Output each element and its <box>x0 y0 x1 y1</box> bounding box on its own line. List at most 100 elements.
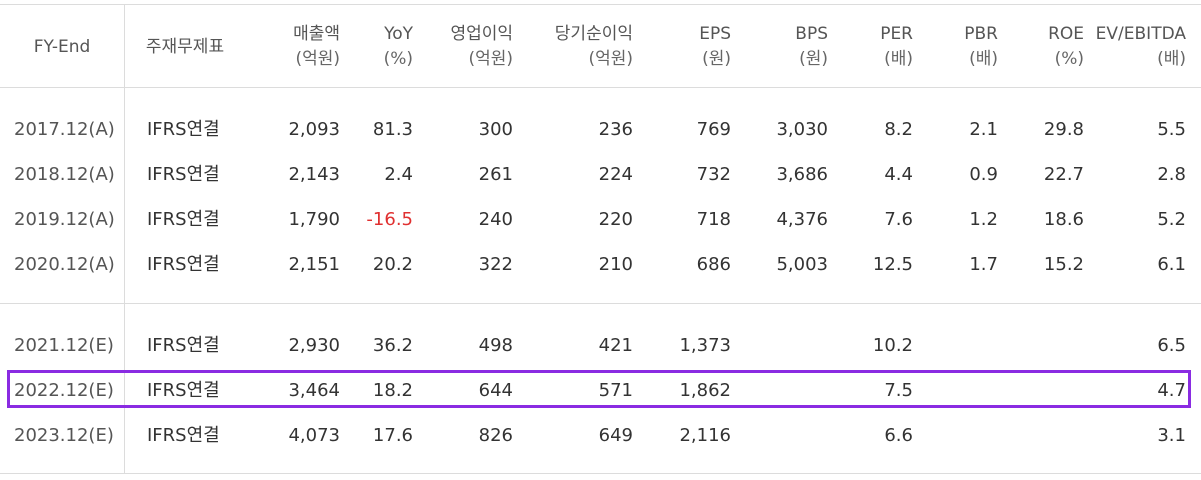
per-cell: 12.5 <box>872 254 913 275</box>
eps-cell: 2,116 <box>679 425 731 446</box>
yoy-cell-negative: -16.5 <box>366 209 413 230</box>
statement-type-cell: IFRS연결 <box>147 380 220 401</box>
fy-end-cell: 2017.12(A) <box>14 119 115 140</box>
header-per-unit: (배) <box>884 49 913 69</box>
header-eps-unit: (원) <box>702 49 731 69</box>
yoy-cell: 2.4 <box>384 164 413 185</box>
operating-profit-cell: 498 <box>478 335 513 356</box>
table-row: 2023.12(E) IFRS연결 4,073 17.6 826 649 2,1… <box>0 416 1201 456</box>
eps-cell: 732 <box>696 164 731 185</box>
statement-type-cell: IFRS연결 <box>147 119 220 140</box>
yoy-cell: 17.6 <box>372 425 413 446</box>
per-cell: 7.5 <box>884 380 913 401</box>
revenue-cell: 2,143 <box>288 164 340 185</box>
header-yoy-label: YoY <box>384 24 413 44</box>
header-revenue: 매출액 (억원) <box>240 4 340 90</box>
pbr-cell: 1.7 <box>969 254 998 275</box>
ev-ebitda-cell: 6.1 <box>1157 254 1186 275</box>
per-cell: 8.2 <box>884 119 913 140</box>
fy-end-cell: 2022.12(E) <box>14 380 114 401</box>
yoy-cell: 81.3 <box>372 119 413 140</box>
operating-profit-cell: 322 <box>478 254 513 275</box>
header-operating-profit-label: 영업이익 <box>450 24 513 44</box>
bottom-border <box>0 473 1201 474</box>
yoy-cell: 20.2 <box>372 254 413 275</box>
operating-profit-cell: 644 <box>478 380 513 401</box>
header-yoy-unit: (%) <box>383 49 413 69</box>
eps-cell: 1,862 <box>679 380 731 401</box>
ev-ebitda-cell: 2.8 <box>1157 164 1186 185</box>
header-statement-type: 주재무제표 <box>125 4 245 90</box>
fy-end-cell: 2018.12(A) <box>14 164 115 185</box>
operating-profit-cell: 261 <box>478 164 513 185</box>
eps-cell: 718 <box>696 209 731 230</box>
ev-ebitda-cell: 5.5 <box>1157 119 1186 140</box>
header-ev-ebitda-unit: (배) <box>1157 49 1186 69</box>
roe-cell: 18.6 <box>1043 209 1084 230</box>
header-bps-label: BPS <box>795 24 828 44</box>
header-bps: BPS (원) <box>731 4 828 90</box>
table-row: 2018.12(A) IFRS연결 2,143 2.4 261 224 732 … <box>0 155 1201 195</box>
net-income-cell: 236 <box>598 119 633 140</box>
roe-cell: 15.2 <box>1043 254 1084 275</box>
revenue-cell: 4,073 <box>288 425 340 446</box>
per-cell: 10.2 <box>872 335 913 356</box>
revenue-cell: 1,790 <box>288 209 340 230</box>
net-income-cell: 224 <box>598 164 633 185</box>
statement-type-cell: IFRS연결 <box>147 164 220 185</box>
revenue-cell: 3,464 <box>288 380 340 401</box>
header-eps-label: EPS <box>699 24 731 44</box>
statement-type-cell: IFRS연결 <box>147 425 220 446</box>
pbr-cell: 1.2 <box>969 209 998 230</box>
header-per-label: PER <box>880 24 913 44</box>
header-net-income-label: 당기순이익 <box>554 24 633 44</box>
eps-cell: 769 <box>696 119 731 140</box>
header-operating-profit-unit: (억원) <box>468 49 513 69</box>
header-net-income: 당기순이익 (억원) <box>513 4 633 90</box>
operating-profit-cell: 300 <box>478 119 513 140</box>
header-revenue-label: 매출액 <box>293 24 340 44</box>
net-income-cell: 421 <box>598 335 633 356</box>
ev-ebitda-cell: 3.1 <box>1157 425 1186 446</box>
table-row: 2020.12(A) IFRS연결 2,151 20.2 322 210 686… <box>0 245 1201 285</box>
net-income-cell: 220 <box>598 209 633 230</box>
eps-cell: 686 <box>696 254 731 275</box>
bps-cell: 3,686 <box>776 164 828 185</box>
statement-type-cell: IFRS연결 <box>147 209 220 230</box>
header-bps-unit: (원) <box>799 49 828 69</box>
bps-cell: 4,376 <box>776 209 828 230</box>
header-ev-ebitda: EV/EBITDA (배) <box>1090 4 1186 90</box>
statement-type-cell: IFRS연결 <box>147 254 220 275</box>
revenue-cell: 2,930 <box>288 335 340 356</box>
ev-ebitda-cell: 6.5 <box>1157 335 1186 356</box>
operating-profit-cell: 826 <box>478 425 513 446</box>
header-fy-end-label: FY-End <box>33 36 91 57</box>
financial-summary-table: FY-End 주재무제표 매출액 (억원) YoY (%) 영업이익 (억원) … <box>0 0 1201 480</box>
header-statement-type-label: 주재무제표 <box>145 36 225 57</box>
net-income-cell: 571 <box>598 380 633 401</box>
revenue-cell: 2,151 <box>288 254 340 275</box>
header-yoy: YoY (%) <box>340 4 413 90</box>
table-row-highlighted: 2022.12(E) IFRS연결 3,464 18.2 644 571 1,8… <box>0 371 1201 411</box>
header-eps: EPS (원) <box>633 4 731 90</box>
operating-profit-cell: 240 <box>478 209 513 230</box>
header-pbr-label: PBR <box>964 24 998 44</box>
header-net-income-unit: (억원) <box>588 49 633 69</box>
header-per: PER (배) <box>828 4 913 90</box>
header-ev-ebitda-label: EV/EBITDA <box>1095 24 1186 44</box>
ev-ebitda-cell: 5.2 <box>1157 209 1186 230</box>
per-cell: 6.6 <box>884 425 913 446</box>
header-fy-end: FY-End <box>0 4 124 90</box>
pbr-cell: 0.9 <box>969 164 998 185</box>
statement-type-cell: IFRS연결 <box>147 335 220 356</box>
pbr-cell: 2.1 <box>969 119 998 140</box>
header-revenue-unit: (억원) <box>295 49 340 69</box>
table-row: 2021.12(E) IFRS연결 2,930 36.2 498 421 1,3… <box>0 326 1201 366</box>
fy-end-cell: 2021.12(E) <box>14 335 114 356</box>
header-pbr-unit: (배) <box>969 49 998 69</box>
ev-ebitda-cell: 4.7 <box>1157 380 1186 401</box>
net-income-cell: 649 <box>598 425 633 446</box>
roe-cell: 29.8 <box>1043 119 1084 140</box>
net-income-cell: 210 <box>598 254 633 275</box>
roe-cell: 22.7 <box>1043 164 1084 185</box>
